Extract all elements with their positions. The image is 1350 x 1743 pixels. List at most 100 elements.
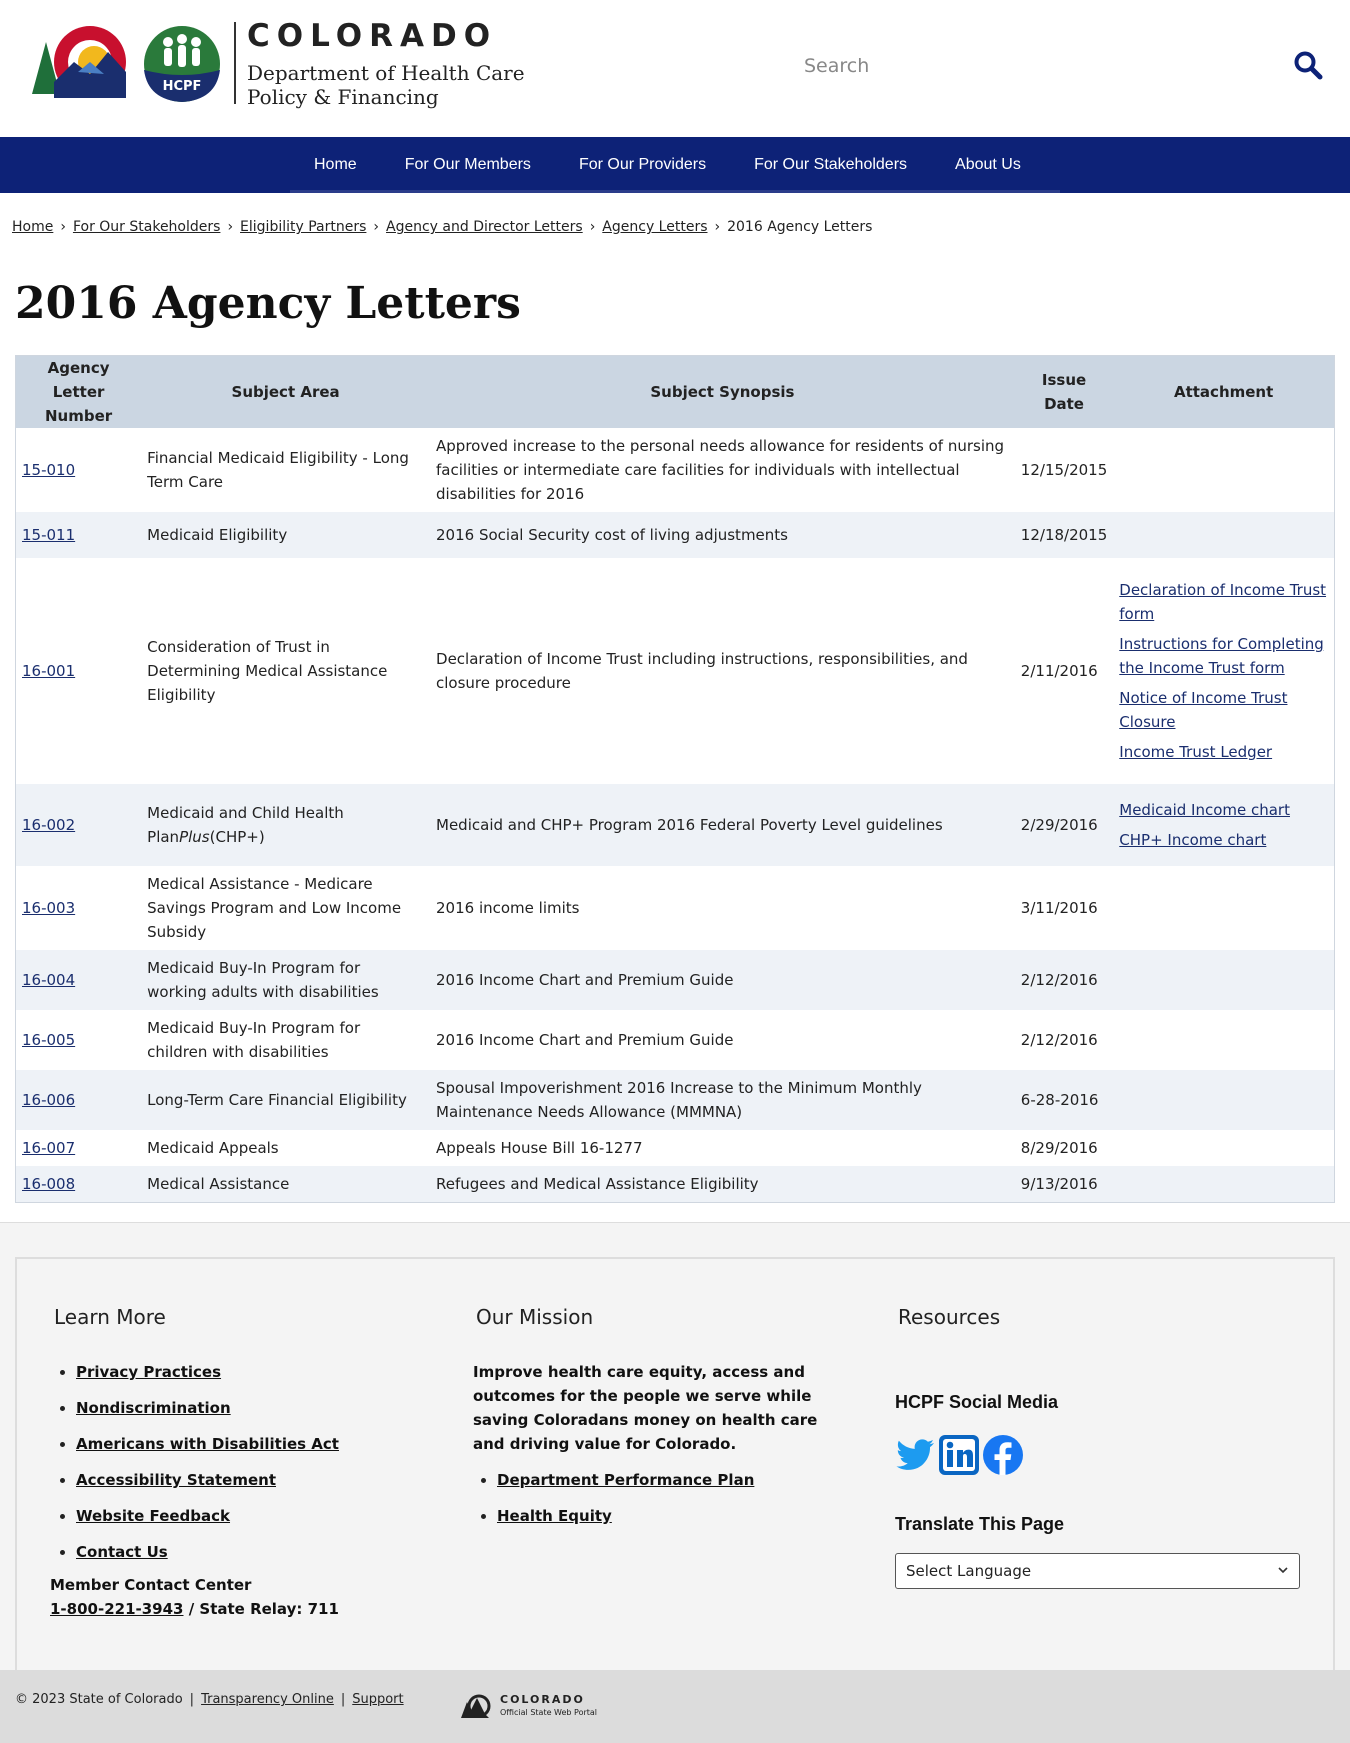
table-row: 16-007 Medicaid Appeals Appeals House Bi… <box>16 1130 1335 1166</box>
colorado-portal-logo[interactable] <box>455 1690 495 1722</box>
issue-date: 3/11/2016 <box>1020 899 1098 917</box>
attachment-link[interactable]: CHP+ Income chart <box>1119 828 1328 852</box>
search-icon[interactable] <box>1293 50 1323 80</box>
link-privacy-practices[interactable]: Privacy Practices <box>76 1363 221 1381</box>
nav-about[interactable]: About Us <box>931 137 1045 193</box>
attachment-link[interactable]: Instructions for Completing the Income T… <box>1119 632 1328 680</box>
attachment-link[interactable]: Income Trust Ledger <box>1119 740 1328 764</box>
link-transparency-online[interactable]: Transparency Online <box>201 1692 334 1707</box>
letter-number-link[interactable]: 16-002 <box>22 816 75 834</box>
table-row: 16-002 Medicaid and Child Health PlanPlu… <box>15 784 1335 866</box>
breadcrumb-stakeholders[interactable]: For Our Stakeholders <box>73 219 220 235</box>
letter-number-link[interactable]: 16-004 <box>22 971 75 989</box>
list-item: Website Feedback <box>76 1504 339 1540</box>
attachment-cell: Medicaid Income chart CHP+ Income chart <box>1113 784 1334 866</box>
list-item: Accessibility Statement <box>76 1468 339 1504</box>
letter-number-link[interactable]: 15-010 <box>22 461 75 479</box>
issue-date: 12/15/2015 <box>1020 461 1108 479</box>
separator: | <box>189 1692 195 1707</box>
subject-area: Medicaid and Child Health PlanPlus(CHP+) <box>141 784 430 866</box>
breadcrumb-agency-director-letters[interactable]: Agency and Director Letters <box>386 219 583 235</box>
colorado-logo[interactable] <box>28 22 138 102</box>
site-header: HCPF COLORADO Department of Health Care … <box>0 0 1350 137</box>
attachment-cell <box>1113 866 1334 950</box>
attachment-link[interactable]: Medicaid Income chart <box>1119 798 1328 822</box>
letter-number-link[interactable]: 16-006 <box>22 1091 75 1109</box>
link-contact-us[interactable]: Contact Us <box>76 1543 168 1561</box>
nav-members[interactable]: For Our Members <box>381 137 555 193</box>
issue-date: 9/13/2016 <box>1020 1175 1098 1193</box>
list-item: Americans with Disabilities Act <box>76 1432 339 1468</box>
main-nav: Home For Our Members For Our Providers F… <box>0 137 1350 193</box>
letter-number-link[interactable]: 16-005 <box>22 1031 75 1049</box>
subject-area: Financial Medicaid Eligibility - Long Te… <box>147 449 409 491</box>
logo-divider <box>234 22 236 104</box>
attachment-cell <box>1113 950 1334 1010</box>
subject-synopsis: Declaration of Income Trust including in… <box>436 650 968 692</box>
subject-area: Medicaid Appeals <box>147 1139 279 1157</box>
contact-line: 1-800-221-3943 / State Relay: 711 <box>50 1600 339 1618</box>
nav-stakeholders[interactable]: For Our Stakeholders <box>730 137 931 193</box>
link-accessibility[interactable]: Accessibility Statement <box>76 1471 276 1489</box>
issue-date: 8/29/2016 <box>1020 1139 1098 1157</box>
link-ada[interactable]: Americans with Disabilities Act <box>76 1435 339 1453</box>
letter-number-link[interactable]: 16-008 <box>22 1175 75 1193</box>
letter-number-link[interactable]: 16-001 <box>22 662 75 680</box>
link-support[interactable]: Support <box>352 1692 403 1707</box>
breadcrumb-agency-letters[interactable]: Agency Letters <box>602 219 707 235</box>
letter-number-link[interactable]: 15-011 <box>22 526 75 544</box>
table-header-row: Agency Letter Number Subject Area Subjec… <box>15 355 1335 428</box>
link-performance-plan[interactable]: Department Performance Plan <box>497 1471 754 1489</box>
issue-date: 2/12/2016 <box>1020 971 1098 989</box>
breadcrumb-separator: › <box>373 219 380 235</box>
copyright: © 2023 State of Colorado <box>15 1692 183 1707</box>
footer-heading-mission: Our Mission <box>476 1305 594 1329</box>
table-row: 16-004 Medicaid Buy-In Program for worki… <box>15 950 1335 1010</box>
attachment-link[interactable]: Declaration of Income Trust form <box>1119 578 1328 626</box>
hcpf-badge-text: HCPF <box>163 79 202 94</box>
list-item: Privacy Practices <box>76 1360 339 1396</box>
bottom-links: © 2023 State of Colorado | Transparency On… <box>15 1692 404 1707</box>
table-row: 16-005 Medicaid Buy-In Program for child… <box>16 1010 1335 1070</box>
link-website-feedback[interactable]: Website Feedback <box>76 1507 230 1525</box>
breadcrumb-separator: › <box>714 219 721 235</box>
nav-providers[interactable]: For Our Providers <box>555 137 730 193</box>
breadcrumb-current: 2016 Agency Letters <box>727 219 873 235</box>
letter-number-link[interactable]: 16-003 <box>22 899 75 917</box>
subject-synopsis: Spousal Impoverishment 2016 Increase to … <box>436 1079 922 1121</box>
link-nondiscrimination[interactable]: Nondiscrimination <box>76 1399 231 1417</box>
learn-more-list: Privacy Practices Nondiscrimination Amer… <box>56 1360 339 1576</box>
subject-area: Medicaid Buy-In Program for children wit… <box>147 1019 361 1061</box>
language-select[interactable]: Select Language <box>895 1553 1300 1589</box>
breadcrumb-home[interactable]: Home <box>12 219 53 235</box>
table-row: 16-008 Medical Assistance Refugees and M… <box>15 1166 1335 1203</box>
list-item: Health Equity <box>497 1504 754 1540</box>
facebook-icon[interactable] <box>982 1434 1024 1476</box>
linkedin-icon[interactable] <box>938 1434 980 1476</box>
search-input[interactable] <box>804 46 1284 86</box>
breadcrumb-separator: › <box>60 219 66 235</box>
attachment-cell: Declaration of Income Trust form Instruc… <box>1113 558 1334 784</box>
breadcrumb-eligibility-partners[interactable]: Eligibility Partners <box>240 219 366 235</box>
hcpf-logo[interactable]: HCPF <box>142 24 222 104</box>
phone-link[interactable]: 1-800-221-3943 <box>50 1600 183 1618</box>
header-issue-date: Issue Date <box>1014 355 1114 428</box>
link-health-equity[interactable]: Health Equity <box>497 1507 612 1525</box>
attachment-link[interactable]: Notice of Income Trust Closure <box>1119 686 1328 734</box>
issue-date: 2/12/2016 <box>1020 1031 1098 1049</box>
letter-number-link[interactable]: 16-007 <box>22 1139 75 1157</box>
attachment-cell <box>1113 1010 1334 1070</box>
agency-letters-table: Agency Letter Number Subject Area Subjec… <box>15 355 1335 1203</box>
subject-area: Medicaid Eligibility <box>147 526 288 544</box>
breadcrumb-separator: › <box>589 219 596 235</box>
social-media-heading: HCPF Social Media <box>895 1392 1059 1412</box>
twitter-icon[interactable] <box>895 1434 937 1476</box>
nav-home[interactable]: Home <box>290 137 381 193</box>
brand-dept-line1: Department of Health Care <box>247 61 525 85</box>
subject-synopsis: 2016 Income Chart and Premium Guide <box>436 971 734 989</box>
subject-area: Medical Assistance - Medicare Savings Pr… <box>147 875 402 941</box>
subject-synopsis: Medicaid and CHP+ Program 2016 Federal P… <box>436 816 943 834</box>
list-item: Department Performance Plan <box>497 1468 754 1504</box>
subject-area: Long-Term Care Financial Eligibility <box>147 1091 407 1109</box>
subject-synopsis: Refugees and Medical Assistance Eligibil… <box>436 1175 759 1193</box>
